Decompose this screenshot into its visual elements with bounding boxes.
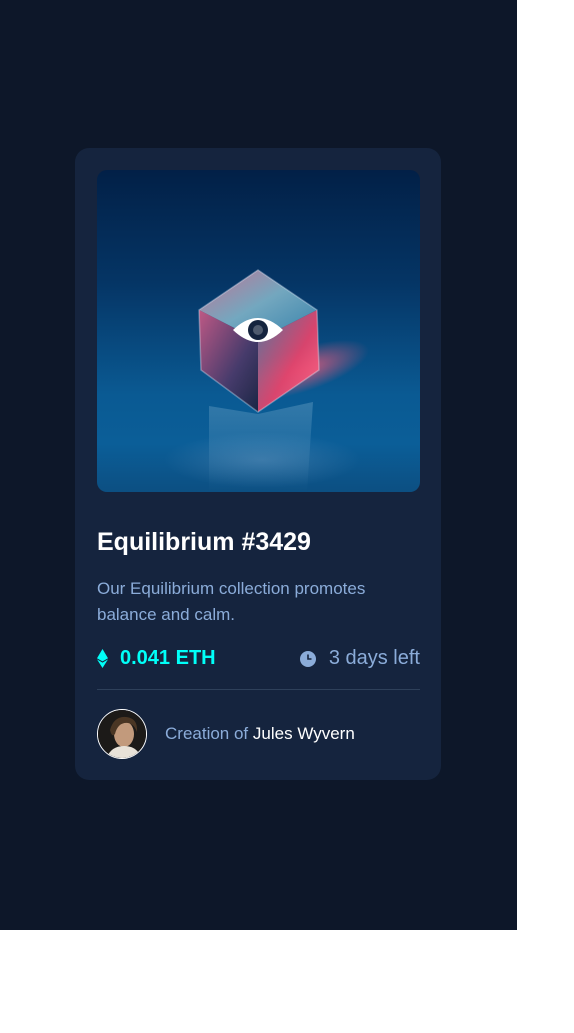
nft-title[interactable]: Equilibrium #3429 <box>97 526 311 558</box>
nft-card: Equilibrium #3429 Our Equilibrium collec… <box>75 148 441 780</box>
time-left: 3 days left <box>328 646 420 669</box>
creator-name-link[interactable]: Jules Wyvern <box>253 724 355 743</box>
nft-description: Our Equilibrium collection promotes bala… <box>97 579 366 624</box>
time-info: 3 days left <box>299 645 420 671</box>
creator-text: Creation of Jules Wyvern <box>165 724 355 744</box>
card-divider <box>97 689 420 690</box>
creator-prefix: Creation of <box>165 724 249 743</box>
price-info: 0.041 ETH <box>97 645 216 671</box>
ethereum-icon <box>97 648 108 668</box>
equilibrium-cube-artwork <box>198 269 369 492</box>
creator-avatar <box>97 709 147 759</box>
nft-image[interactable] <box>97 170 420 492</box>
creator-row: Creation of Jules Wyvern <box>97 708 355 760</box>
clock-icon <box>299 650 316 667</box>
page-background: Equilibrium #3429 Our Equilibrium collec… <box>0 0 517 930</box>
price-value: 0.041 ETH <box>120 646 216 669</box>
